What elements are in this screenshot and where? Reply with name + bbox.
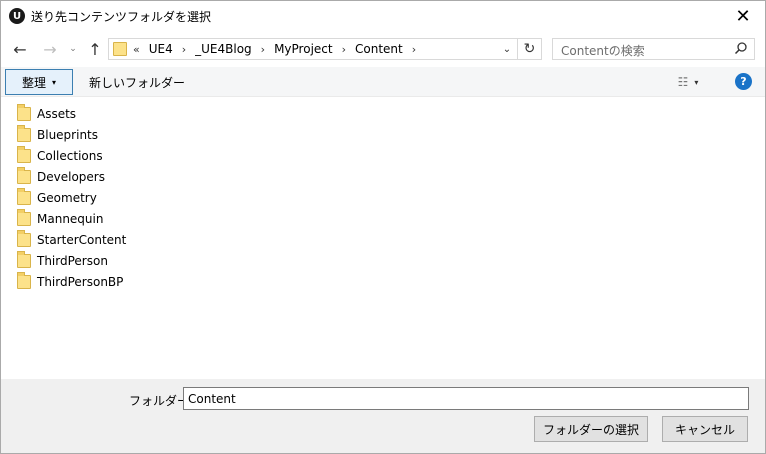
folder-name: Blueprints (37, 127, 99, 142)
list-item[interactable]: Blueprints (17, 124, 98, 145)
list-item[interactable]: Geometry (17, 187, 97, 208)
folder-icon (17, 271, 31, 289)
list-item[interactable]: Assets (17, 103, 76, 124)
folder-name: Assets (37, 106, 77, 121)
select-folder-button[interactable]: フォルダーの選択 (534, 416, 648, 442)
back-button[interactable]: ← (9, 38, 31, 60)
forward-button[interactable]: → (39, 38, 61, 60)
breadcrumb-separator[interactable]: › (412, 43, 416, 56)
list-item[interactable]: ThirdPersonBP (17, 271, 123, 292)
folder-name: StarterContent (37, 232, 127, 247)
search-placeholder: Contentの検索 (561, 44, 645, 58)
view-options-button[interactable]: ☷ ▾ (667, 71, 709, 93)
recent-locations-dropdown[interactable]: ⌄ (65, 38, 81, 60)
search-icon[interactable] (734, 41, 748, 59)
breadcrumb-item[interactable]: Content (355, 42, 403, 56)
folder-picker-dialog: U 送り先コンテンツフォルダを選択 ✕ ← → ⌄ ↑ « UE4 › _UE4… (0, 0, 766, 454)
folder-name: Geometry (37, 190, 97, 205)
new-folder-button[interactable]: 新しいフォルダー (81, 69, 193, 95)
breadcrumb-separator[interactable]: › (342, 43, 346, 56)
unreal-logo-icon: U (9, 8, 25, 24)
chevron-down-icon: ▾ (52, 77, 57, 87)
folder-name-field[interactable] (183, 387, 749, 410)
title-bar: U 送り先コンテンツフォルダを選択 ✕ (1, 1, 765, 31)
folder-icon (17, 187, 31, 205)
navigation-bar: ← → ⌄ ↑ « UE4 › _UE4Blog › MyProject › C… (1, 34, 765, 64)
breadcrumb-item[interactable]: MyProject (274, 42, 333, 56)
command-bar: 整理 ▾ 新しいフォルダー ☷ ▾ ? (1, 67, 765, 97)
breadcrumb-separator[interactable]: › (261, 43, 265, 56)
folder-name: Developers (37, 169, 105, 184)
folder-icon (17, 145, 31, 163)
up-button[interactable]: ↑ (85, 38, 105, 60)
search-input[interactable]: Contentの検索 (552, 38, 755, 60)
folder-icon (17, 208, 31, 226)
folder-icon (17, 229, 31, 247)
list-item[interactable]: Developers (17, 166, 105, 187)
breadcrumb: « UE4 › _UE4Blog › MyProject › Content › (133, 42, 425, 56)
breadcrumb-item[interactable]: _UE4Blog (195, 42, 252, 56)
folder-name: ThirdPersonBP (37, 274, 124, 289)
folder-icon (17, 124, 31, 142)
folder-icon (17, 103, 31, 121)
folder-name: Collections (37, 148, 103, 163)
magnifier-glyph (734, 42, 747, 55)
refresh-button[interactable]: ↻ (518, 38, 542, 60)
list-item[interactable]: Collections (17, 145, 103, 166)
address-dropdown-button[interactable]: ⌄ (497, 39, 517, 59)
address-bar[interactable]: « UE4 › _UE4Blog › MyProject › Content ›… (108, 38, 518, 60)
folder-icon (113, 42, 127, 56)
cancel-button[interactable]: キャンセル (662, 416, 748, 442)
close-button[interactable]: ✕ (721, 1, 765, 31)
list-item[interactable]: ThirdPerson (17, 250, 108, 271)
folder-name: Mannequin (37, 211, 104, 226)
folder-name: ThirdPerson (37, 253, 108, 268)
breadcrumb-separator[interactable]: › (182, 43, 186, 56)
organize-label: 整理 (21, 75, 46, 90)
help-icon[interactable]: ? (735, 73, 752, 90)
list-item[interactable]: StarterContent (17, 229, 126, 250)
footer-panel: フォルダー: フォルダーの選択 キャンセル (1, 379, 765, 453)
folder-icon (17, 166, 31, 184)
view-options-icon: ☷ (677, 75, 689, 89)
window-title: 送り先コンテンツフォルダを選択 (31, 10, 212, 24)
breadcrumb-overflow[interactable]: « (133, 43, 140, 56)
folder-list: Assets Blueprints Collections Developers… (1, 103, 765, 379)
organize-button[interactable]: 整理 ▾ (5, 69, 73, 95)
breadcrumb-item[interactable]: UE4 (149, 42, 173, 56)
list-item[interactable]: Mannequin (17, 208, 103, 229)
folder-icon (17, 250, 31, 268)
chevron-down-icon: ▾ (694, 77, 699, 87)
